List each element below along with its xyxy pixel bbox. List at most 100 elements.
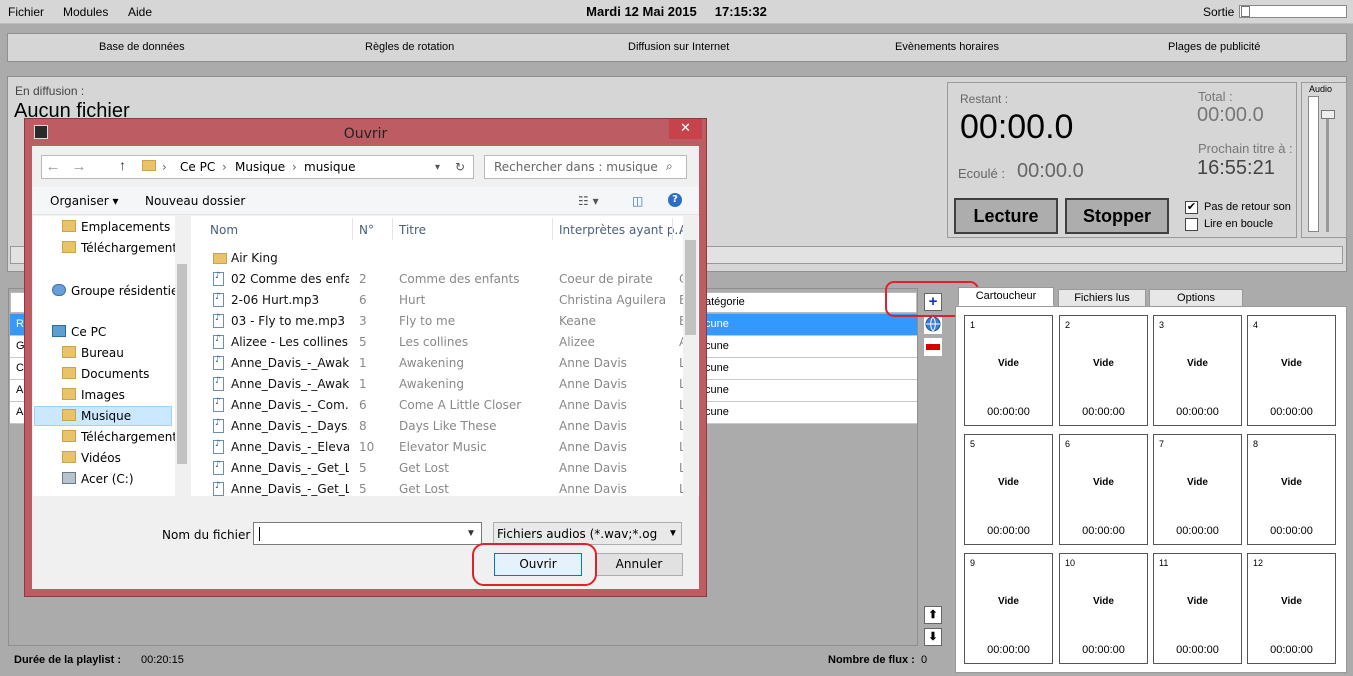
file-row[interactable]: Alizee - Les collines ... 5 Les collines Al… bbox=[191, 332, 687, 353]
nav-entry[interactable]: Téléchargements bbox=[62, 430, 183, 444]
search-icon[interactable]: ⌕ bbox=[666, 159, 673, 174]
folder-icon bbox=[142, 160, 156, 171]
organiser-menu[interactable]: Organiser ▾ bbox=[50, 194, 118, 208]
file-name: Alizee - Les collines ... bbox=[231, 335, 349, 349]
nav-entry[interactable]: Images bbox=[62, 388, 125, 402]
file-name: Anne_Davis_-_Days... bbox=[231, 419, 349, 433]
stopper-button[interactable]: Stopper bbox=[1065, 198, 1169, 234]
cart-slot[interactable]: 10 Vide 00:00:00 bbox=[1059, 553, 1148, 664]
nav-entry[interactable]: Acer (C:) bbox=[62, 472, 134, 486]
cart-slot[interactable]: 2 Vide 00:00:00 bbox=[1059, 315, 1148, 426]
file-row[interactable]: Anne_Davis_-_Com... 6 Come A Little Closer… bbox=[191, 395, 686, 416]
cart-slot[interactable]: 8 Vide 00:00:00 bbox=[1247, 434, 1336, 545]
chevron-down-icon[interactable]: ▼ bbox=[466, 528, 476, 539]
remove-item-button[interactable] bbox=[924, 338, 942, 356]
forward-arrow-icon[interactable]: → bbox=[69, 158, 89, 176]
lecture-button[interactable]: Lecture bbox=[954, 198, 1058, 234]
file-row[interactable]: Anne_Davis_-_Awak... 1 Awakening Anne Davis… bbox=[191, 353, 686, 374]
nav-regles-rotation[interactable]: Règles de rotation bbox=[365, 41, 454, 53]
cart-number: 3 bbox=[1159, 320, 1165, 330]
file-title: Awakening bbox=[399, 356, 464, 370]
file-row[interactable]: 02 Comme des enfa... 2 Comme des enfants Co… bbox=[191, 269, 687, 290]
tab-options[interactable]: Options bbox=[1149, 289, 1243, 307]
audio-file-icon bbox=[213, 397, 224, 412]
tab-fichiers-lus[interactable]: Fichiers lus bbox=[1058, 289, 1146, 307]
refresh-icon[interactable]: ↻ bbox=[455, 160, 465, 174]
view-options-icon[interactable]: ☷ ▾ bbox=[578, 194, 599, 208]
nav-entry[interactable]: Ce PC bbox=[52, 325, 106, 339]
pc-icon bbox=[52, 325, 66, 337]
file-track-number: 10 bbox=[359, 440, 375, 454]
column-interpretes[interactable]: Interprètes ayant p... bbox=[559, 223, 686, 237]
nav-diffusion-internet[interactable]: Diffusion sur Internet bbox=[628, 41, 729, 53]
navigation-scrollbar-thumb[interactable] bbox=[177, 264, 187, 464]
file-title: Get Lost bbox=[399, 482, 449, 496]
file-track-number: 8 bbox=[359, 419, 367, 433]
cart-slot[interactable]: 6 Vide 00:00:00 bbox=[1059, 434, 1148, 545]
breadcrumb-musique[interactable]: Musique bbox=[235, 160, 285, 174]
move-up-button[interactable]: ⬆ bbox=[924, 606, 942, 624]
audio-volume-track[interactable] bbox=[1326, 112, 1329, 232]
annuler-button[interactable]: Annuler bbox=[595, 553, 683, 576]
nouveau-dossier-button[interactable]: Nouveau dossier bbox=[145, 194, 245, 208]
file-row[interactable]: 2-06 Hurt.mp36HurtChristina AguileraB bbox=[191, 290, 687, 311]
up-arrow-icon[interactable]: ↑ bbox=[119, 157, 126, 173]
cart-slot[interactable]: 7 Vide 00:00:00 bbox=[1153, 434, 1242, 545]
ecoule-value: 00:00.0 bbox=[1017, 160, 1084, 182]
file-name: Anne_Davis_-_Get_L... bbox=[231, 461, 349, 475]
file-row[interactable]: Anne_Davis_-_Days... 8 Days Like These Anne… bbox=[191, 416, 686, 437]
add-stream-globe-icon[interactable] bbox=[924, 316, 942, 334]
category-column-header[interactable]: atégorie bbox=[705, 296, 745, 308]
column-numero[interactable]: N° bbox=[359, 223, 374, 237]
nav-plages-publicite[interactable]: Plages de publicité bbox=[1168, 41, 1260, 53]
cart-label: Vide bbox=[1187, 477, 1208, 488]
nav-entry[interactable]: Groupe résidentiel bbox=[52, 284, 182, 298]
back-arrow-icon[interactable]: ← bbox=[43, 158, 63, 176]
nav-entry[interactable]: Téléchargements bbox=[62, 241, 183, 255]
preview-pane-icon[interactable]: ◫ bbox=[632, 194, 643, 208]
nav-entry-label: Téléchargements bbox=[81, 430, 184, 444]
filename-input[interactable] bbox=[253, 522, 482, 545]
cart-slot[interactable]: 4 Vide 00:00:00 bbox=[1247, 315, 1336, 426]
close-button[interactable]: ✕ bbox=[669, 119, 702, 139]
cart-slot[interactable]: 11 Vide 00:00:00 bbox=[1153, 553, 1242, 664]
sortie-slider-thumb[interactable] bbox=[1241, 6, 1250, 17]
file-row[interactable]: Air King bbox=[191, 248, 677, 269]
cart-slot[interactable]: 3 Vide 00:00:00 bbox=[1153, 315, 1242, 426]
lire-en-boucle-checkbox[interactable] bbox=[1185, 218, 1198, 231]
nav-entry[interactable]: Bureau bbox=[62, 346, 124, 360]
column-titre[interactable]: Titre bbox=[399, 223, 426, 237]
file-row[interactable]: Anne_Davis_-_Awak... 1 Awakening Anne Davis… bbox=[191, 374, 686, 395]
nav-entry[interactable]: Musique bbox=[62, 409, 131, 423]
nav-evenements-horaires[interactable]: Evènements horaires bbox=[895, 41, 999, 53]
cart-slot[interactable]: 9 Vide 00:00:00 bbox=[964, 553, 1053, 664]
restant-value: 00:00.0 bbox=[960, 108, 1074, 146]
file-row[interactable]: 03 - Fly to me.mp33Fly to meKeaneB bbox=[191, 311, 687, 332]
tab-cartoucheur[interactable]: Cartoucheur bbox=[958, 287, 1054, 306]
folder-icon bbox=[62, 220, 76, 232]
file-row[interactable]: Anne_Davis_-_Eleva... 10 Elevator Music Ann… bbox=[191, 437, 686, 458]
chevron-down-icon[interactable]: ▾ bbox=[435, 162, 440, 173]
nav-base-de-donnees[interactable]: Base de données bbox=[99, 41, 185, 53]
nav-entry[interactable]: Vidéos bbox=[62, 451, 121, 465]
chevron-down-icon[interactable]: ▼ bbox=[668, 528, 678, 539]
cart-label: Vide bbox=[1093, 477, 1114, 488]
cart-slot[interactable]: 12 Vide 00:00:00 bbox=[1247, 553, 1336, 664]
nav-entry[interactable]: Emplacements ré bbox=[62, 220, 186, 234]
move-down-button[interactable]: ⬇ bbox=[924, 628, 942, 646]
stream-count-label: Nombre de flux : bbox=[828, 654, 915, 666]
pas-retour-son-checkbox[interactable]: ✔ bbox=[1185, 201, 1198, 214]
horizontal-scrollbar[interactable] bbox=[33, 496, 699, 513]
file-list-scrollbar-thumb[interactable] bbox=[685, 240, 696, 335]
cart-slot[interactable]: 5 Vide 00:00:00 bbox=[964, 434, 1053, 545]
cart-label: Vide bbox=[1093, 596, 1114, 607]
audio-volume-thumb[interactable] bbox=[1321, 110, 1335, 119]
cart-slot[interactable]: 1 Vide 00:00:00 bbox=[964, 315, 1053, 426]
breadcrumb-ce-pc[interactable]: Ce PC bbox=[180, 160, 215, 174]
column-nom[interactable]: Nom bbox=[210, 223, 238, 237]
file-row[interactable]: Anne_Davis_-_Get_L... 5 Get Lost Anne Davis… bbox=[191, 458, 686, 479]
nav-entry[interactable]: Documents bbox=[62, 367, 149, 381]
breadcrumb-musique-folder[interactable]: musique bbox=[304, 160, 356, 174]
help-icon[interactable]: ? bbox=[668, 193, 682, 207]
sortie-slider[interactable] bbox=[1239, 5, 1347, 18]
